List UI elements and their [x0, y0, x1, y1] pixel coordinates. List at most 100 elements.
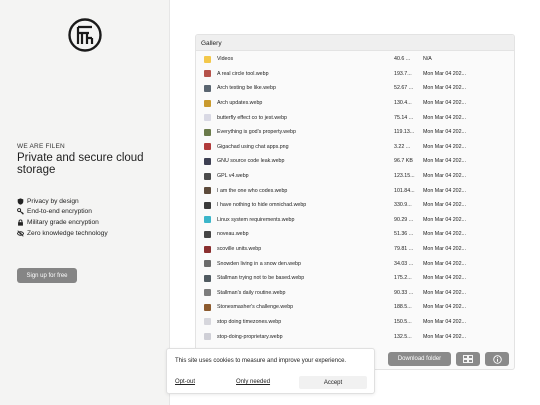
file-name: Everything is god's property.webp	[217, 129, 296, 136]
file-row[interactable]: Stonesmasher's challenge.webp 188.5... Mon…	[196, 300, 514, 315]
image-thumbnail-icon	[204, 201, 211, 209]
image-thumbnail-icon	[204, 245, 211, 253]
file-row[interactable]: Everything is god's property.webp 119.13.…	[196, 125, 514, 140]
file-modified: N/A	[423, 56, 432, 63]
file-size: 123.15...	[394, 173, 415, 180]
image-thumbnail-icon	[204, 157, 211, 165]
accept-button[interactable]: Accept	[299, 376, 367, 389]
file-row[interactable]: Arch testing be like.webp 52.67 ... Mon Ma…	[196, 81, 514, 96]
image-thumbnail-icon	[204, 216, 211, 224]
file-row[interactable]: Videos 40.6 ... N/A	[196, 52, 514, 67]
grid-view-button[interactable]	[456, 352, 480, 366]
file-name: butterfly effect co to jest.webp	[217, 114, 287, 121]
file-row[interactable]: Snowden living in a snow den.webp 34.03 .…	[196, 256, 514, 271]
file-name: Stonesmasher's challenge.webp	[217, 304, 294, 311]
file-size: 175.2...	[394, 275, 412, 282]
file-size: 188.5...	[394, 304, 412, 311]
image-thumbnail-icon	[204, 230, 211, 238]
image-thumbnail-icon	[204, 128, 211, 136]
file-modified: Mon Mar 04 202...	[423, 304, 466, 311]
file-row[interactable]: Stallman trying not to be based.webp 175.…	[196, 271, 514, 286]
image-thumbnail-icon	[204, 274, 211, 282]
cookie-message: This site uses cookies to measure and im…	[175, 358, 347, 364]
folder-icon	[204, 55, 211, 63]
file-size: 75.14 ...	[394, 114, 414, 121]
file-modified: Mon Mar 04 202...	[423, 70, 466, 77]
file-size: 330.9...	[394, 202, 412, 209]
file-size: 79.81 ...	[394, 246, 414, 253]
signup-button[interactable]: Sign up for free	[17, 268, 77, 283]
image-thumbnail-icon	[204, 70, 211, 78]
file-row[interactable]: butterfly effect co to jest.webp 75.14 ..…	[196, 110, 514, 125]
file-name: stop-doing-proprietary.webp	[217, 333, 283, 340]
file-size: 150.5...	[394, 318, 412, 325]
file-name: GPL v4.webp	[217, 173, 249, 180]
file-name: Stallman's daily routine.webp	[217, 289, 286, 296]
file-modified: Mon Mar 04 202...	[423, 289, 466, 296]
file-row[interactable]: I have nothing to hide omnichad.webp 330.…	[196, 198, 514, 213]
feature-item: Privacy by design	[17, 196, 108, 206]
file-modified: Mon Mar 04 202...	[423, 143, 466, 150]
file-list: Videos 40.6 ... N/A A real circle tool.webp…	[196, 51, 514, 344]
file-name: Arch updates.webp	[217, 100, 263, 107]
download-folder-button[interactable]: Download folder	[388, 352, 451, 366]
file-size: 40.6 ...	[394, 56, 411, 63]
image-thumbnail-icon	[204, 187, 211, 195]
file-name: Videos	[217, 56, 234, 63]
image-thumbnail-icon	[204, 172, 211, 180]
file-name: noveau.webp	[217, 231, 249, 238]
file-row[interactable]: stop-doing-proprietary.webp 132.5... Mon M…	[196, 329, 514, 344]
feature-item: Military grade encryption	[17, 218, 108, 228]
file-modified: Mon Mar 04 202...	[423, 260, 466, 267]
file-modified: Mon Mar 04 202...	[423, 333, 466, 340]
opt-out-link[interactable]: Opt-out	[175, 379, 195, 385]
file-row[interactable]: noveau.webp 51.36 ... Mon Mar 04 202...	[196, 227, 514, 242]
image-thumbnail-icon	[204, 318, 211, 326]
file-modified: Mon Mar 04 202...	[423, 275, 466, 282]
image-thumbnail-icon	[204, 143, 211, 151]
file-name: I am the one who codes.webp	[217, 187, 288, 194]
file-size: 96.7 KB	[394, 158, 413, 165]
file-row[interactable]: stop doing timezones.webp 150.5... Mon Mar…	[196, 315, 514, 330]
only-needed-link[interactable]: Only needed	[236, 379, 270, 385]
file-row[interactable]: Arch updates.webp 130.4... Mon Mar 04 202.…	[196, 96, 514, 111]
file-name: Linux system requirements.webp	[217, 216, 295, 223]
file-modified: Mon Mar 04 202...	[423, 231, 466, 238]
file-size: 193.7...	[394, 70, 412, 77]
eye-off-icon	[17, 230, 27, 237]
feature-label: End-to-end encryption	[27, 208, 92, 216]
file-row[interactable]: I am the one who codes.webp 101.84... Mon …	[196, 183, 514, 198]
file-modified: Mon Mar 04 202...	[423, 158, 466, 165]
file-row[interactable]: Stallman's daily routine.webp 90.33 ... Mo…	[196, 286, 514, 301]
info-button[interactable]	[485, 352, 509, 366]
file-name: Gigachad using chat apps.png	[217, 143, 289, 150]
file-name: GNU source code leak.webp	[217, 158, 285, 165]
file-modified: Mon Mar 04 202...	[423, 318, 466, 325]
file-name: I have nothing to hide omnichad.webp	[217, 202, 307, 209]
image-thumbnail-icon	[204, 303, 211, 311]
file-row[interactable]: scoville units.webp 79.81 ... Mon Mar 04 2…	[196, 242, 514, 257]
file-name: Snowden living in a snow den.webp	[217, 260, 301, 267]
shield-icon	[17, 197, 27, 205]
lock-icon	[17, 219, 27, 226]
file-row[interactable]: Linux system requirements.webp 90.29 ... M…	[196, 213, 514, 228]
file-row[interactable]: GPL v4.webp 123.15... Mon Mar 04 202...	[196, 169, 514, 184]
file-modified: Mon Mar 04 202...	[423, 85, 466, 92]
file-modified: Mon Mar 04 202...	[423, 246, 466, 253]
feature-label: Zero knowledge technology	[27, 229, 108, 237]
image-thumbnail-icon	[204, 99, 211, 107]
image-thumbnail-icon	[204, 114, 211, 122]
feature-item: End-to-end encryption	[17, 207, 108, 217]
file-modified: Mon Mar 04 202...	[423, 100, 466, 107]
file-size: 90.33 ...	[394, 289, 414, 296]
file-row[interactable]: A real circle tool.webp 193.7... Mon Mar 0…	[196, 67, 514, 82]
file-size: 101.84...	[394, 187, 415, 194]
image-thumbnail-icon	[204, 333, 211, 341]
gallery-panel: Gallery Videos 40.6 ... N/A A real circle t…	[195, 34, 515, 370]
file-size: 130.4...	[394, 100, 412, 107]
gallery-title: Gallery	[196, 35, 514, 51]
file-row[interactable]: GNU source code leak.webp 96.7 KB Mon Mar …	[196, 154, 514, 169]
file-row[interactable]: Gigachad using chat apps.png 3.22 ... Mon …	[196, 140, 514, 155]
file-modified: Mon Mar 04 202...	[423, 114, 466, 121]
file-modified: Mon Mar 04 202...	[423, 129, 466, 136]
